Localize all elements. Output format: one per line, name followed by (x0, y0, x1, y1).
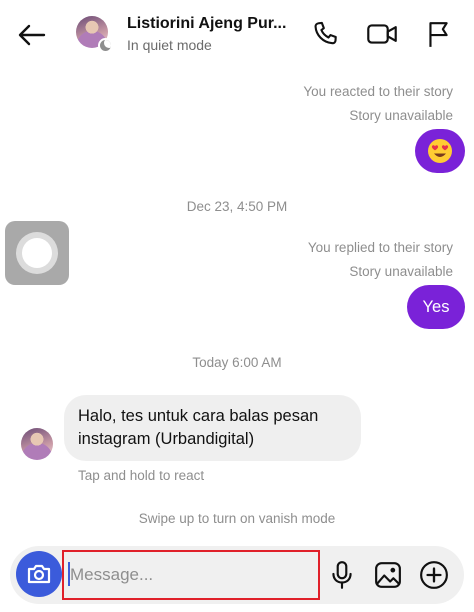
contact-avatar[interactable] (76, 16, 113, 53)
arrow-left-icon (18, 24, 46, 46)
add-circle-icon (420, 561, 448, 589)
more-options-button[interactable] (418, 559, 450, 591)
message-input[interactable] (62, 550, 320, 600)
video-camera-icon (367, 24, 397, 44)
text-cursor (68, 562, 70, 586)
audio-call-button[interactable] (309, 18, 341, 50)
report-button[interactable] (422, 18, 454, 50)
chat-header: Listiorini Ajeng Pur... In quiet mode (0, 0, 474, 68)
microphone-icon (332, 561, 352, 589)
story-unavailable-label: Story unavailable (349, 264, 453, 279)
voice-message-button[interactable] (326, 559, 358, 591)
flag-icon (429, 22, 448, 47)
contact-status: In quiet mode (127, 37, 212, 53)
story-placeholder-icon (16, 232, 58, 274)
quiet-mode-icon (98, 38, 113, 53)
outgoing-message-bubble[interactable]: Yes (407, 285, 465, 329)
camera-button[interactable] (16, 551, 62, 597)
story-unavailable-label: Story unavailable (349, 108, 453, 123)
timestamp-divider: Dec 23, 4:50 PM (186, 199, 288, 214)
gallery-button[interactable] (372, 559, 404, 591)
phone-icon (314, 21, 337, 45)
story-reply-meta: You replied to their story (307, 240, 453, 255)
heart-eyes-emoji-icon (428, 139, 452, 163)
story-thumbnail[interactable] (5, 221, 69, 285)
incoming-message-bubble[interactable]: Halo, tes untuk cara balas pesan instagr… (64, 395, 361, 461)
reaction-bubble[interactable] (415, 129, 465, 173)
back-button[interactable] (14, 18, 50, 52)
tap-hold-hint: Tap and hold to react (78, 468, 205, 483)
gallery-icon (375, 562, 401, 588)
contact-name[interactable]: Listiorini Ajeng Pur... (127, 15, 286, 33)
story-reaction-meta: You reacted to their story (303, 84, 453, 99)
camera-icon (27, 564, 51, 584)
vanish-mode-hint[interactable]: Swipe up to turn on vanish mode (0, 511, 474, 526)
video-call-button[interactable] (366, 18, 398, 50)
sender-avatar[interactable] (21, 428, 53, 460)
timestamp-divider: Today 6:00 AM (192, 355, 282, 370)
